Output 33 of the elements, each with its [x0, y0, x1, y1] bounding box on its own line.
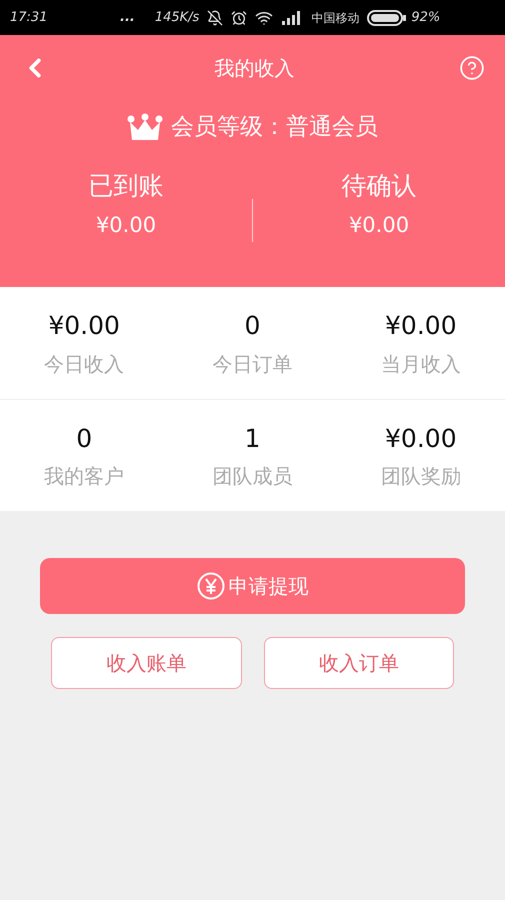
network-speed: 145K/s — [154, 8, 200, 27]
stat-label: 团队奖励 — [380, 463, 461, 490]
yen-circle-icon — [196, 572, 224, 600]
income-link-button[interactable]: 收入账单 — [51, 637, 242, 689]
carrier-name: 中国移动 — [311, 10, 360, 26]
alarm-icon — [231, 10, 248, 26]
help-icon — [459, 54, 485, 80]
stat-label: 今日收入 — [44, 350, 124, 378]
clock-time: 17:31 — [10, 8, 48, 27]
crown-icon — [127, 113, 163, 142]
balance-amount: ¥0.00 — [348, 212, 410, 239]
muted-bell-icon — [207, 10, 224, 26]
balance-amount: ¥0.00 — [96, 212, 156, 239]
notification-dots: ... — [120, 8, 135, 27]
income-link-button[interactable]: 收入订单 — [264, 637, 454, 689]
member-level: 会员等级：普通会员 — [171, 113, 378, 142]
battery-icon — [367, 10, 408, 26]
help-button[interactable] — [459, 54, 485, 80]
stat-value: 0 — [244, 310, 260, 342]
withdraw-button[interactable]: 申请提现 — [40, 558, 465, 614]
balance-label: 已到账 — [88, 170, 164, 202]
battery-percent: 92% — [411, 8, 440, 27]
balance-label: 待确认 — [342, 170, 416, 202]
stat-label: 今日订单 — [212, 350, 292, 378]
page-title: 我的收入 — [214, 54, 294, 82]
stat-label: 我的客户 — [44, 463, 124, 490]
stat-value: ¥0.00 — [385, 310, 457, 342]
stat-value: ¥0.00 — [48, 310, 120, 342]
stat-value: ¥0.00 — [385, 422, 457, 455]
stat-value: 0 — [76, 422, 92, 455]
stat-label: 当月收入 — [380, 350, 461, 378]
stat-value: 1 — [244, 422, 260, 455]
stat-label: 团队成员 — [212, 463, 292, 490]
